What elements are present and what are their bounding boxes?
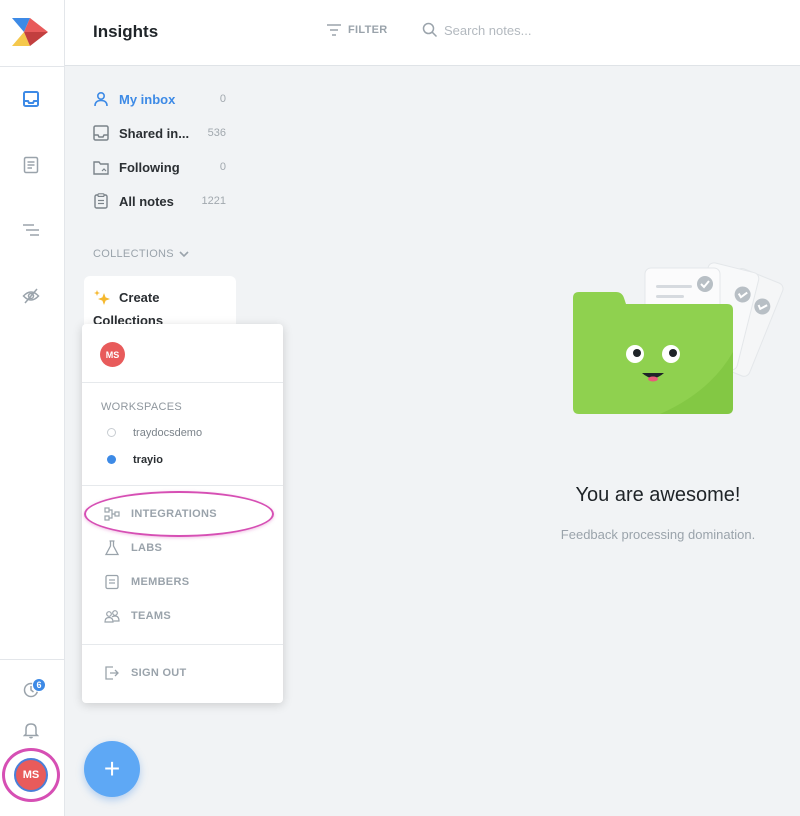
filter-label: FILTER <box>348 24 388 36</box>
nav-count: 0 <box>219 93 226 105</box>
user-avatar-button[interactable]: MS <box>14 758 48 792</box>
teams-icon <box>104 610 120 623</box>
search-input[interactable] <box>444 22 584 38</box>
search-box[interactable] <box>422 22 584 38</box>
sign-out-icon <box>105 666 119 680</box>
members-icon <box>105 574 119 590</box>
nav-item-all-notes[interactable]: All notes 1221 <box>92 189 232 213</box>
clipboard-icon <box>92 192 110 210</box>
rail-divider <box>0 659 64 660</box>
workspace-item[interactable]: trayio <box>107 454 163 466</box>
filter-icon <box>327 24 341 36</box>
workspace-item[interactable]: traydocsdemo <box>107 427 202 439</box>
nav-label: Shared in... <box>119 125 190 141</box>
flask-icon <box>104 540 120 556</box>
radio-icon <box>107 428 116 437</box>
inbox-icon <box>92 124 110 142</box>
menu-item-members[interactable]: MEMBERS <box>104 572 264 592</box>
menu-item-teams[interactable]: TEAMS <box>104 606 264 626</box>
user-icon <box>92 90 110 108</box>
menu-label: SIGN OUT <box>131 667 187 679</box>
sign-out-button[interactable]: SIGN OUT <box>104 663 264 683</box>
workspaces-heading: WORKSPACES <box>101 401 183 413</box>
workspace-name: traydocsdemo <box>133 426 203 439</box>
nav-label: All notes <box>119 193 174 209</box>
avatar: MS <box>100 342 125 367</box>
happy-folder-illustration <box>573 262 784 414</box>
collections-toggle[interactable]: COLLECTIONS <box>93 248 190 260</box>
nav-item-shared-inbox[interactable]: Shared in... 536 <box>92 121 232 145</box>
sparkle-icon <box>94 290 110 305</box>
icon-rail: 6 MS <box>0 0 65 816</box>
nav-count: 536 <box>207 127 226 139</box>
radio-selected-icon <box>107 455 116 464</box>
add-note-button[interactable]: + <box>84 741 140 797</box>
menu-label: MEMBERS <box>131 576 190 588</box>
top-header: Insights FILTER <box>65 0 800 66</box>
nav-count: 1221 <box>201 195 226 207</box>
workspace-name: trayio <box>133 453 163 466</box>
nav-count: 0 <box>219 161 226 173</box>
app-logo[interactable] <box>10 14 52 50</box>
collections-label: COLLECTIONS <box>93 248 174 260</box>
filter-button[interactable]: FILTER <box>327 24 387 36</box>
empty-state-title: You are awesome! <box>575 484 741 506</box>
folder-icon <box>92 158 110 176</box>
menu-item-labs[interactable]: LABS <box>104 538 264 558</box>
empty-state-subtitle: Feedback processing domination. <box>560 527 756 542</box>
menu-divider <box>82 485 283 486</box>
nav-label: Following <box>119 159 180 175</box>
menu-divider <box>82 644 283 645</box>
chevron-down-icon <box>179 251 189 258</box>
create-label: Create <box>119 290 160 305</box>
search-icon <box>422 22 438 38</box>
notes-icon[interactable] <box>20 154 42 176</box>
inbox-icon[interactable] <box>20 88 42 110</box>
rail-divider <box>0 66 64 67</box>
nav-item-my-inbox[interactable]: My inbox 0 <box>92 87 232 111</box>
activity-badge: 6 <box>32 678 46 692</box>
nav-item-following[interactable]: Following 0 <box>92 155 232 179</box>
roadmap-icon[interactable] <box>20 219 42 241</box>
menu-divider <box>82 382 283 383</box>
bell-icon[interactable] <box>20 719 42 741</box>
integrations-highlight <box>84 491 274 537</box>
menu-label: LABS <box>131 542 163 554</box>
hidden-icon[interactable] <box>20 285 42 307</box>
nav-label: My inbox <box>119 91 176 107</box>
page-title: Insights <box>93 22 159 41</box>
menu-label: TEAMS <box>131 610 171 622</box>
